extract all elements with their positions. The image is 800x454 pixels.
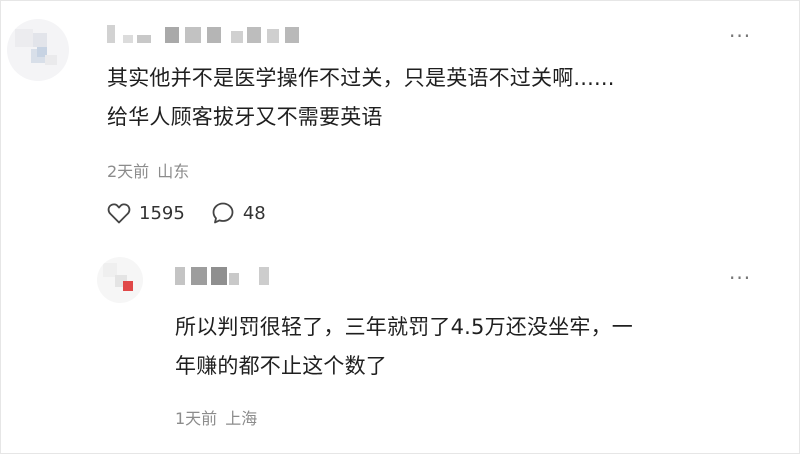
comment-meta-1: 2天前 山东 xyxy=(107,158,189,182)
comment-thread: ··· 其实他并不是医学操作不过关，只是英语不过关啊...... 给华人顾客拔牙… xyxy=(0,0,800,454)
more-options-button-2[interactable]: ··· xyxy=(729,268,751,288)
comment-body-1: 其实他并不是医学操作不过关，只是英语不过关啊...... 给华人顾客拔牙又不需要… xyxy=(107,59,615,137)
reply-count: 48 xyxy=(242,202,266,224)
blurred-username-2 xyxy=(175,265,295,289)
comment-time: 2天前 xyxy=(107,162,150,181)
comment-location: 山东 xyxy=(157,162,190,181)
avatar-commenter-1[interactable] xyxy=(7,19,69,81)
comment-line: 年赚的都不止这个数了 xyxy=(175,354,387,378)
avatar-commenter-2[interactable] xyxy=(97,257,143,303)
comment-location: 上海 xyxy=(225,409,258,428)
like-count: 1595 xyxy=(139,202,185,224)
blurred-username-1 xyxy=(107,23,317,47)
more-options-button-1[interactable]: ··· xyxy=(729,26,751,46)
comment-meta-2: 1天前 上海 xyxy=(175,405,257,429)
speech-bubble-icon xyxy=(211,201,235,225)
comment-actions-1: 1595 48 xyxy=(107,201,266,225)
comment-body-2: 所以判罚很轻了，三年就罚了4.5万还没坐牢，一 年赚的都不止这个数了 xyxy=(175,308,633,386)
heart-outline-icon xyxy=(107,202,131,224)
reply-button[interactable]: 48 xyxy=(211,201,266,225)
like-button[interactable]: 1595 xyxy=(107,202,185,224)
comment-line: 其实他并不是医学操作不过关，只是英语不过关啊...... xyxy=(107,66,615,90)
comment-time: 1天前 xyxy=(175,409,218,428)
comment-line: 给华人顾客拔牙又不需要英语 xyxy=(107,105,383,129)
comment-line: 所以判罚很轻了，三年就罚了4.5万还没坐牢，一 xyxy=(175,315,633,339)
